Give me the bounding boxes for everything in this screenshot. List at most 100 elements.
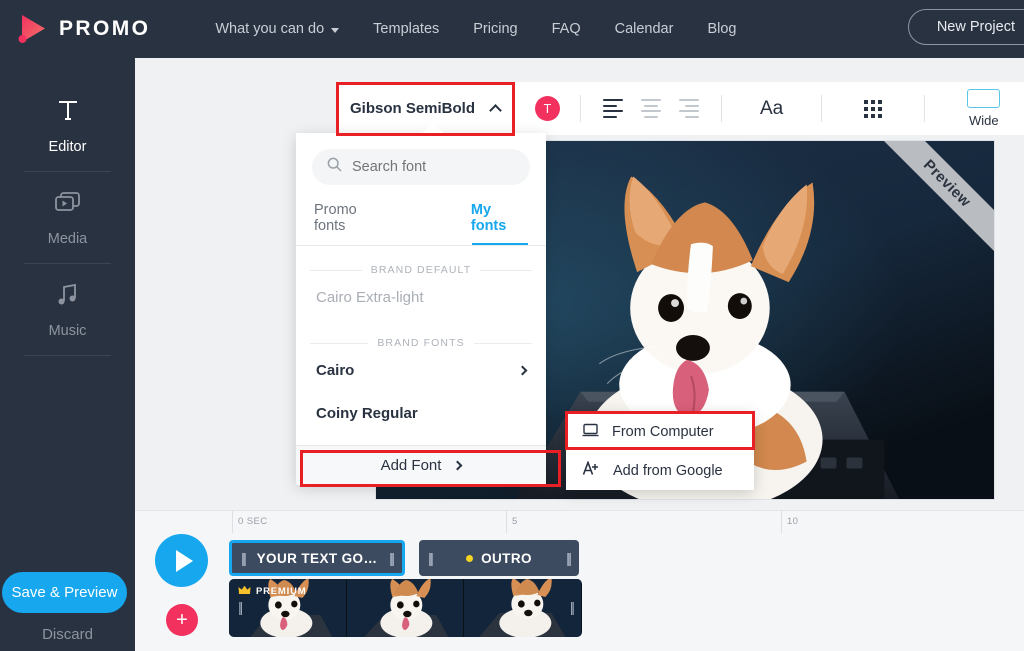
sidebar-label: Music bbox=[48, 323, 87, 339]
submenu-label: Add from Google bbox=[613, 462, 723, 479]
play-triangle-logo-icon bbox=[16, 12, 50, 46]
music-note-icon bbox=[55, 278, 81, 312]
submenu-label: From Computer bbox=[612, 423, 714, 440]
sidebar-item-editor[interactable]: Editor bbox=[0, 80, 135, 171]
filmstrip-frame bbox=[346, 579, 465, 637]
ruler-tick-label: 0 SEC bbox=[238, 516, 268, 527]
left-sidebar: Editor Media Music Save & Preview Discar… bbox=[0, 58, 135, 651]
clip-label: YOUR TEXT GO… bbox=[256, 550, 378, 566]
search-input[interactable] bbox=[352, 159, 515, 175]
add-font-label: Add Font bbox=[380, 457, 442, 474]
text-case-button[interactable]: Aa bbox=[722, 98, 821, 120]
sidebar-item-music[interactable]: Music bbox=[0, 264, 135, 355]
ruler-tick: 0 SEC bbox=[232, 511, 267, 533]
premium-badge: PREMIUM bbox=[238, 585, 306, 598]
brand-logo[interactable]: PROMO bbox=[16, 12, 150, 46]
font-option-cairo[interactable]: Cairo bbox=[296, 349, 546, 392]
ruler-tick-label: 5 bbox=[512, 516, 518, 527]
promo-video-editor-app: PROMO What you can do Templates Pricing … bbox=[0, 0, 1024, 651]
chevron-down-icon bbox=[331, 27, 340, 33]
toolbar-divider bbox=[924, 95, 926, 122]
toolbar-divider bbox=[514, 95, 515, 122]
nav-label: Pricing bbox=[473, 21, 518, 37]
font-option-coiny-regular[interactable]: Coiny Regular bbox=[296, 392, 546, 435]
section-header-brand-default: BRAND DEFAULT bbox=[296, 264, 546, 276]
add-font-button[interactable]: Add Font bbox=[296, 445, 546, 485]
nav-item-templates[interactable]: Templates bbox=[356, 21, 456, 37]
clip-grip-left[interactable]: || bbox=[428, 550, 434, 566]
font-option-cairo-extra-light[interactable]: Cairo Extra-light bbox=[296, 276, 546, 319]
add-scene-button[interactable]: + bbox=[166, 604, 198, 636]
laptop-icon bbox=[582, 423, 599, 441]
clip-label: OUTRO bbox=[481, 550, 532, 566]
sidebar-item-media[interactable]: Media bbox=[0, 172, 135, 263]
premium-label: PREMIUM bbox=[256, 586, 307, 597]
nav-label: What you can do bbox=[215, 21, 325, 37]
font-source-tabs: Promo fonts My fonts bbox=[296, 202, 546, 245]
nav-item-what-you-can-do[interactable]: What you can do bbox=[198, 21, 356, 37]
selected-font-name: Gibson SemiBold bbox=[349, 100, 475, 117]
tab-my-fonts[interactable]: My fonts bbox=[471, 202, 528, 245]
ruler-tick-label: 10 bbox=[787, 516, 799, 527]
search-icon bbox=[327, 157, 342, 177]
grid-3x3-icon[interactable] bbox=[864, 99, 883, 118]
tabs-underline bbox=[296, 245, 546, 246]
sidebar-divider bbox=[24, 355, 111, 356]
chevron-up-icon bbox=[489, 104, 502, 117]
filmstrip-frame bbox=[464, 579, 582, 637]
align-center-icon[interactable] bbox=[641, 99, 661, 118]
text-t-icon bbox=[56, 94, 80, 128]
media-stack-icon bbox=[53, 186, 83, 220]
aspect-ratio-wide-button[interactable]: Wide bbox=[967, 89, 1001, 128]
timeline-filmstrip[interactable]: PREMIUM || || bbox=[229, 579, 582, 637]
sidebar-label: Media bbox=[47, 231, 88, 247]
nav-label: FAQ bbox=[551, 21, 581, 37]
chevron-right-icon bbox=[452, 460, 463, 471]
crown-icon bbox=[238, 585, 251, 598]
plus-icon: + bbox=[176, 609, 188, 631]
timeline-clip-outro[interactable]: || OUTRO || bbox=[419, 540, 579, 576]
font-option-label: Cairo bbox=[316, 362, 355, 379]
ruler-tick: 5 bbox=[506, 511, 517, 533]
nav-item-calendar[interactable]: Calendar bbox=[598, 21, 691, 37]
filmstrip-grip-right[interactable]: || bbox=[570, 599, 575, 615]
play-button[interactable] bbox=[155, 534, 208, 587]
align-left-icon[interactable] bbox=[603, 99, 623, 118]
toolbar-divider bbox=[821, 95, 823, 122]
align-right-icon[interactable] bbox=[679, 99, 699, 118]
tab-promo-fonts[interactable]: Promo fonts bbox=[314, 202, 389, 245]
timeline-clip-text[interactable]: || YOUR TEXT GO… || bbox=[229, 540, 405, 576]
text-alignment-group bbox=[581, 99, 721, 118]
nav-item-pricing[interactable]: Pricing bbox=[456, 21, 534, 37]
submenu-item-add-from-google[interactable]: Add from Google bbox=[566, 451, 754, 490]
font-option-label: Cairo Extra-light bbox=[316, 289, 424, 306]
new-project-button[interactable]: New Project bbox=[907, 9, 1024, 45]
nav-item-blog[interactable]: Blog bbox=[690, 21, 753, 37]
nav-links: What you can do Templates Pricing FAQ Ca… bbox=[198, 21, 753, 37]
ruler-tick: 10 bbox=[781, 511, 798, 533]
top-navigation-bar: PROMO What you can do Templates Pricing … bbox=[0, 0, 1024, 58]
sidebar-label: Editor bbox=[48, 139, 87, 155]
font-search-box[interactable] bbox=[312, 149, 530, 185]
wide-rect-icon bbox=[967, 89, 1001, 108]
font-picker-dropdown: Promo fonts My fonts BRAND DEFAULT Cairo… bbox=[296, 133, 546, 485]
clip-grip-left[interactable]: || bbox=[241, 550, 247, 566]
chevron-right-icon bbox=[517, 365, 528, 376]
text-color-button[interactable]: T bbox=[535, 96, 560, 121]
timeline-panel: 0 SEC 5 10 + || YOUR TEXT GO… || || OUTR… bbox=[135, 510, 1024, 651]
font-option-label: Coiny Regular bbox=[316, 405, 418, 422]
clip-grip-right[interactable]: || bbox=[566, 550, 572, 566]
submenu-item-from-computer[interactable]: From Computer bbox=[566, 412, 754, 451]
a-plus-icon bbox=[582, 460, 600, 480]
nav-item-faq[interactable]: FAQ bbox=[535, 21, 598, 37]
save-and-preview-button[interactable]: Save & Preview bbox=[2, 572, 127, 613]
filmstrip-grip-left[interactable]: || bbox=[238, 599, 243, 615]
discard-button[interactable]: Discard bbox=[0, 626, 135, 643]
timeline-ruler: 0 SEC 5 10 bbox=[135, 511, 1024, 533]
play-icon bbox=[175, 549, 193, 572]
add-font-submenu: From Computer Add from Google bbox=[566, 412, 754, 490]
clip-grip-right[interactable]: || bbox=[389, 550, 395, 566]
nav-label: Calendar bbox=[614, 21, 674, 37]
section-header-brand-fonts: BRAND FONTS bbox=[296, 337, 546, 349]
brand-name: PROMO bbox=[59, 17, 151, 40]
